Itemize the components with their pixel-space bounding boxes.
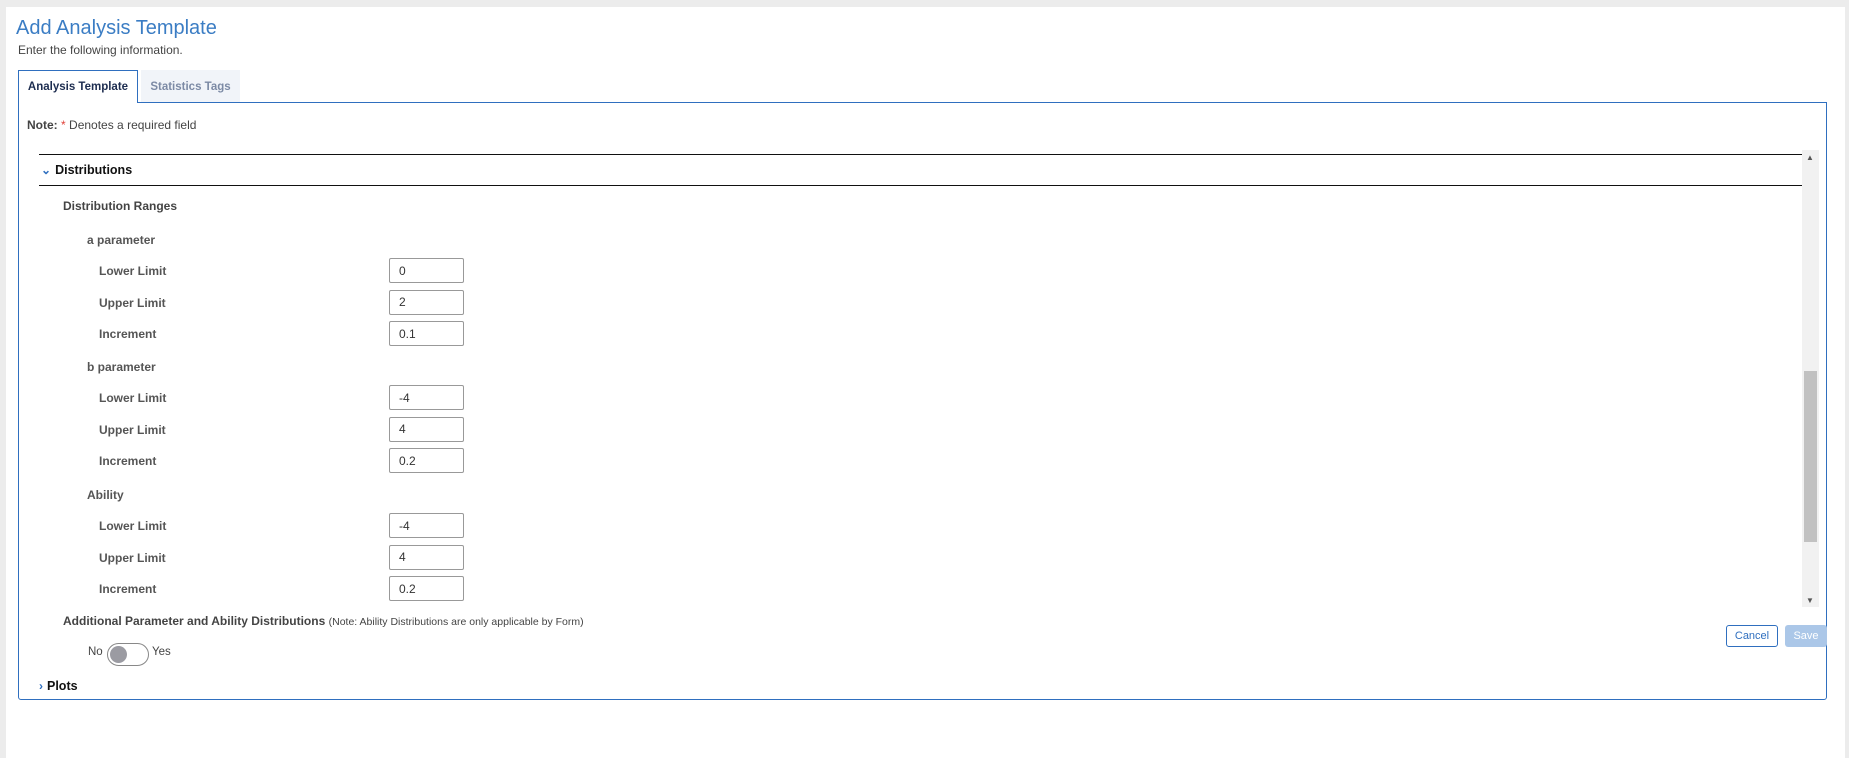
input-value: 0 [399, 263, 406, 278]
chevron-right-icon: › [39, 679, 43, 693]
tab-panel [18, 102, 1827, 700]
field-label: Increment [99, 327, 157, 341]
input-value: 2 [399, 295, 406, 309]
parameter-group-heading: a parameter [87, 233, 156, 247]
input-value: 4 [399, 550, 406, 564]
save-button[interactable]: Save [1785, 625, 1827, 647]
additional-note: (Note: Ability Distributions are only ap… [328, 616, 584, 628]
additional-label: Additional Parameter and Ability Distrib… [63, 614, 326, 628]
field-label: Lower Limit [99, 519, 167, 533]
section-label: Distributions [55, 163, 133, 177]
parameter-group-heading: b parameter [87, 360, 156, 374]
field-label: Increment [99, 454, 157, 468]
input-value: 0.1 [399, 326, 416, 341]
scrollbar-thumb[interactable] [1804, 371, 1817, 542]
field-label: Upper Limit [99, 295, 166, 310]
tab-statistics-tags[interactable]: Statistics Tags [141, 70, 240, 103]
distribution-ranges-heading: Distribution Ranges [63, 199, 178, 213]
page-title: Add Analysis Template [16, 17, 217, 39]
field-label: Upper Limit [99, 422, 166, 437]
distributions-section-header[interactable]: ⌄ Distributions [39, 154, 1802, 186]
input-value: -4 [399, 390, 410, 405]
b-parameter-increment-input[interactable]: 0.2 [389, 448, 464, 473]
note-text: Denotes a required field [69, 118, 197, 132]
field-label: Increment [99, 582, 157, 596]
input-value: -4 [399, 518, 410, 533]
field-label: Lower Limit [99, 264, 167, 278]
input-value: 0.2 [399, 581, 416, 596]
scroll-up-arrow-icon[interactable]: ▲ [1806, 153, 1814, 162]
a-parameter-increment-input[interactable]: 0.1 [389, 321, 464, 346]
b-parameter-lower-limit-input[interactable]: -4 [389, 385, 464, 410]
input-value: 0.2 [399, 453, 416, 468]
section-label: Plots [47, 679, 78, 693]
chevron-down-icon: ⌄ [41, 163, 52, 177]
toggle-knob [110, 646, 127, 663]
ability-upper-limit-input[interactable]: 4 [389, 544, 464, 570]
b-parameter-upper-limit-input[interactable]: 4 [389, 416, 464, 442]
note-label: Note: [27, 118, 58, 132]
page-subtitle: Enter the following information. [18, 43, 183, 57]
plots-section-header[interactable]: › Plots [39, 679, 78, 693]
additional-distributions-toggle[interactable] [107, 643, 149, 666]
additional-distributions-label: Additional Parameter and Ability Distrib… [63, 614, 584, 628]
field-label: Lower Limit [99, 391, 167, 405]
tab-analysis-template[interactable]: Analysis Template [18, 70, 138, 103]
a-parameter-lower-limit-input[interactable]: 0 [389, 258, 464, 283]
cancel-button[interactable]: Cancel [1726, 625, 1778, 647]
required-note: Note: * Denotes a required field [27, 118, 196, 132]
field-label: Upper Limit [99, 550, 166, 565]
toggle-yes-label: Yes [152, 646, 171, 658]
input-value: 4 [399, 422, 406, 436]
ability-increment-input[interactable]: 0.2 [389, 576, 464, 601]
a-parameter-upper-limit-input[interactable]: 2 [389, 289, 464, 315]
parameter-group-heading: Ability [87, 488, 124, 502]
scroll-down-arrow-icon[interactable]: ▼ [1806, 596, 1814, 605]
ability-lower-limit-input[interactable]: -4 [389, 513, 464, 538]
required-star: * [61, 118, 66, 132]
toggle-no-label: No [88, 646, 103, 658]
